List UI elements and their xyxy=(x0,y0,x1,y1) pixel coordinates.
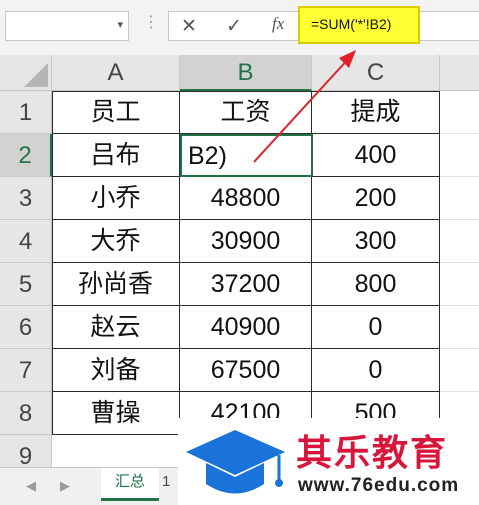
watermark-url: www.76edu.com xyxy=(298,475,460,496)
watermark-brand: 其乐教育 xyxy=(296,432,449,473)
graduation-cap-icon xyxy=(186,430,285,494)
red-arrow-line xyxy=(253,56,351,163)
